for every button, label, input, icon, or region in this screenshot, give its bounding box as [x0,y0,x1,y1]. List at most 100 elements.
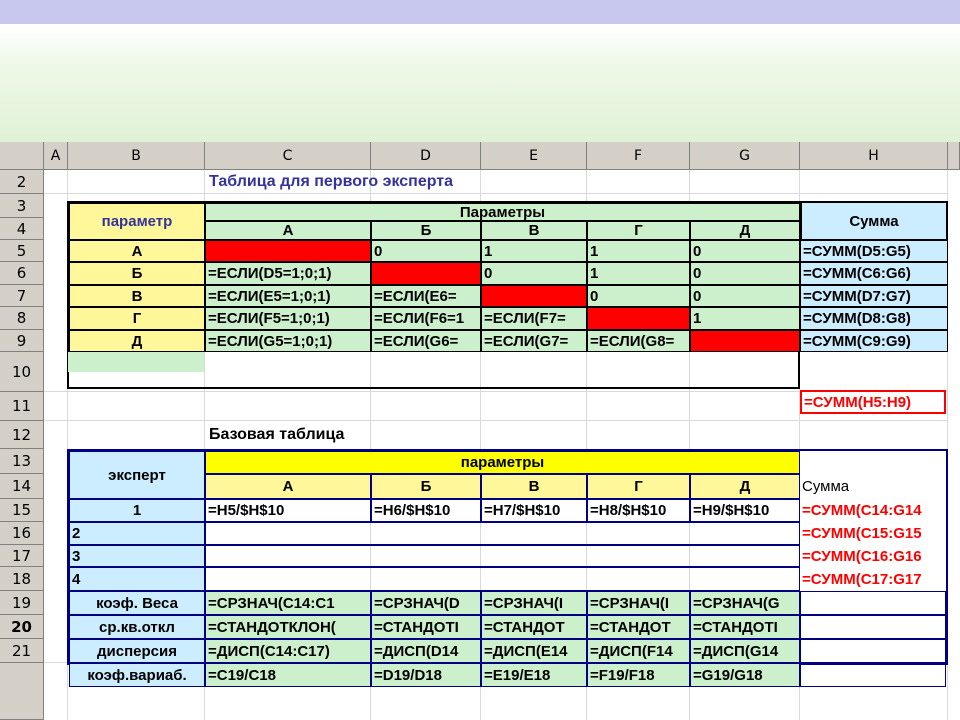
row-header[interactable]: 4 [0,218,44,240]
row-header[interactable]: 18 [0,567,44,591]
table2-cell[interactable]: =H9/$H$10 [690,499,800,522]
table2-stat-cell[interactable]: =СРЗНАЧ(D [371,591,481,615]
table1-diagonal-cell[interactable] [690,330,800,352]
table2-sum-cell[interactable]: =СУММ(C16:G16 [800,545,946,567]
row-header[interactable]: 11 [0,392,44,421]
table1-diagonal-cell[interactable] [481,285,587,307]
table1-cell[interactable]: 0 [690,262,800,285]
table2-expert-label[interactable]: 2 [69,522,205,545]
table2-sum-cell[interactable]: =СУММ(C14:G14 [800,499,946,522]
row-header[interactable]: 14 [0,474,44,499]
table2-stat-cell[interactable]: =ДИСП(D14 [371,639,481,663]
table1-param-header[interactable]: В [481,221,587,240]
table1-param-header[interactable]: А [205,221,371,240]
table2-stat-sum-cell[interactable] [800,639,946,663]
table2-stat-cell[interactable]: =C19/C18 [205,663,371,687]
table2-stat-cell[interactable]: =СРЗНАЧ(I [481,591,587,615]
table2-empty-row[interactable] [205,567,800,591]
table1-param-header[interactable]: Г [587,221,690,240]
table2-cell[interactable]: =H5/$H$10 [205,499,371,522]
table1-cell[interactable]: =ЕСЛИ(E6= [371,285,481,307]
row-header[interactable]: 13 [0,449,44,474]
column-header-e[interactable]: E [481,142,587,170]
table2-stat-cell[interactable]: =СРЗНАЧ(C14:C1 [205,591,371,615]
table2-param-header[interactable]: А [205,474,371,499]
table1-cell[interactable]: =ЕСЛИ(G7= [481,330,587,352]
table1-row-label[interactable]: Д [69,330,205,352]
table2-empty-row[interactable] [205,522,800,545]
table2-stat-cell[interactable]: =ДИСП(E14 [481,639,587,663]
table1-cell[interactable]: 0 [371,240,481,262]
table1-group-header[interactable]: Параметры [205,203,800,221]
table2-param-header[interactable]: В [481,474,587,499]
row-header[interactable]: 10 [0,352,44,392]
table2-cell[interactable]: =H7/$H$10 [481,499,587,522]
column-header-h[interactable]: H [800,142,948,170]
table1-sum-cell[interactable]: =СУММ(C9:G9) [800,330,948,352]
table2-stat-cell[interactable]: =F19/F18 [587,663,690,687]
table2-stat-label[interactable]: ср.кв.откл [69,615,205,639]
table1-cell[interactable]: 1 [690,307,800,330]
table2-expert-label[interactable]: 1 [69,499,205,522]
table1-diagonal-cell[interactable] [205,240,371,262]
row-header-selected[interactable]: 20 [0,615,44,639]
row-header[interactable]: 5 [0,240,44,262]
table2-sum-cell[interactable]: =СУММ(C15:G15 [800,522,946,545]
column-header-g[interactable]: G [690,142,800,170]
column-header-next[interactable] [948,142,960,170]
table2-stat-cell[interactable]: =СРЗНАЧ(G [690,591,800,615]
column-header-b[interactable]: B [68,142,205,170]
table2-stat-cell[interactable]: =ДИСП(F14 [587,639,690,663]
table1-total-cell[interactable]: =СУММ(H5:H9) [800,390,946,414]
table2-stat-label[interactable]: коэф.вариаб. [69,663,205,687]
table1-cell[interactable]: 0 [481,262,587,285]
table2-stat-cell[interactable]: =E19/E18 [481,663,587,687]
row-header[interactable]: 21 [0,639,44,663]
table1-cell[interactable]: =ЕСЛИ(F6=1 [371,307,481,330]
table1-diagonal-cell[interactable] [371,262,481,285]
table1-sum-cell[interactable]: =СУММ(D7:G7) [800,285,948,307]
table2-param-header[interactable]: Д [690,474,800,499]
row-header[interactable]: 12 [0,421,44,449]
table1-cell[interactable]: 1 [587,262,690,285]
table2-param-header[interactable]: Г [587,474,690,499]
table1-cell[interactable]: =ЕСЛИ(G5=1;0;1) [205,330,371,352]
table2-stat-cell[interactable]: =СРЗНАЧ(I [587,591,690,615]
table2-empty-row[interactable] [205,545,800,567]
row-header[interactable]: 17 [0,545,44,567]
row-header[interactable] [0,663,44,720]
table2-sum-header[interactable]: Сумма [800,474,946,499]
table2-group-header[interactable]: параметры [205,451,800,474]
table1-cell[interactable]: 1 [587,240,690,262]
table2-stat-cell[interactable]: =СТАНДОТI [371,615,481,639]
table1-param-header[interactable]: Д [690,221,800,240]
table2-param-header[interactable]: Б [371,474,481,499]
column-header-a[interactable]: A [44,142,68,170]
table2-stat-cell[interactable]: =ДИСП(C14:C17) [205,639,371,663]
table1-cell[interactable]: 0 [690,285,800,307]
select-all-corner[interactable] [0,142,44,170]
table2-cell[interactable]: =H6/$H$10 [371,499,481,522]
table2-stat-label[interactable]: дисперсия [69,639,205,663]
table2-expert-label[interactable]: 3 [69,545,205,567]
table2-stat-cell[interactable]: =СТАНДОТ [481,615,587,639]
column-header-f[interactable]: F [587,142,690,170]
table1-cell[interactable]: =ЕСЛИ(D5=1;0;1) [205,262,371,285]
table1-sum-cell[interactable]: =СУММ(D8:G8) [800,307,948,330]
table1-cell[interactable]: =ЕСЛИ(F5=1;0;1) [205,307,371,330]
table2-stat-sum-cell[interactable] [800,663,946,687]
row-header[interactable]: 16 [0,522,44,545]
table1-cell[interactable]: =ЕСЛИ(E5=1;0;1) [205,285,371,307]
table1-sum-cell[interactable]: =СУММ(C6:G6) [800,262,948,285]
table1-row-label[interactable]: В [69,285,205,307]
table1-cell[interactable]: 1 [481,240,587,262]
row-header[interactable]: 19 [0,591,44,615]
green-fill-cell[interactable] [68,352,204,372]
table2-stat-sum-cell[interactable] [800,591,946,615]
table2-stat-cell[interactable]: =СТАНДОТКЛОН( [205,615,371,639]
column-header-d[interactable]: D [371,142,481,170]
row-header[interactable]: 7 [0,285,44,307]
row-header[interactable]: 15 [0,499,44,522]
row-header[interactable]: 8 [0,307,44,330]
table2-stat-label[interactable]: коэф. Веса [69,591,205,615]
